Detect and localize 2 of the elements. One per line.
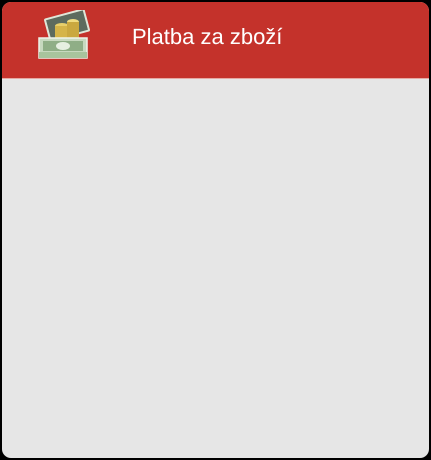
header-title: Platba za zboží [132,24,282,50]
money-icon [37,10,93,60]
